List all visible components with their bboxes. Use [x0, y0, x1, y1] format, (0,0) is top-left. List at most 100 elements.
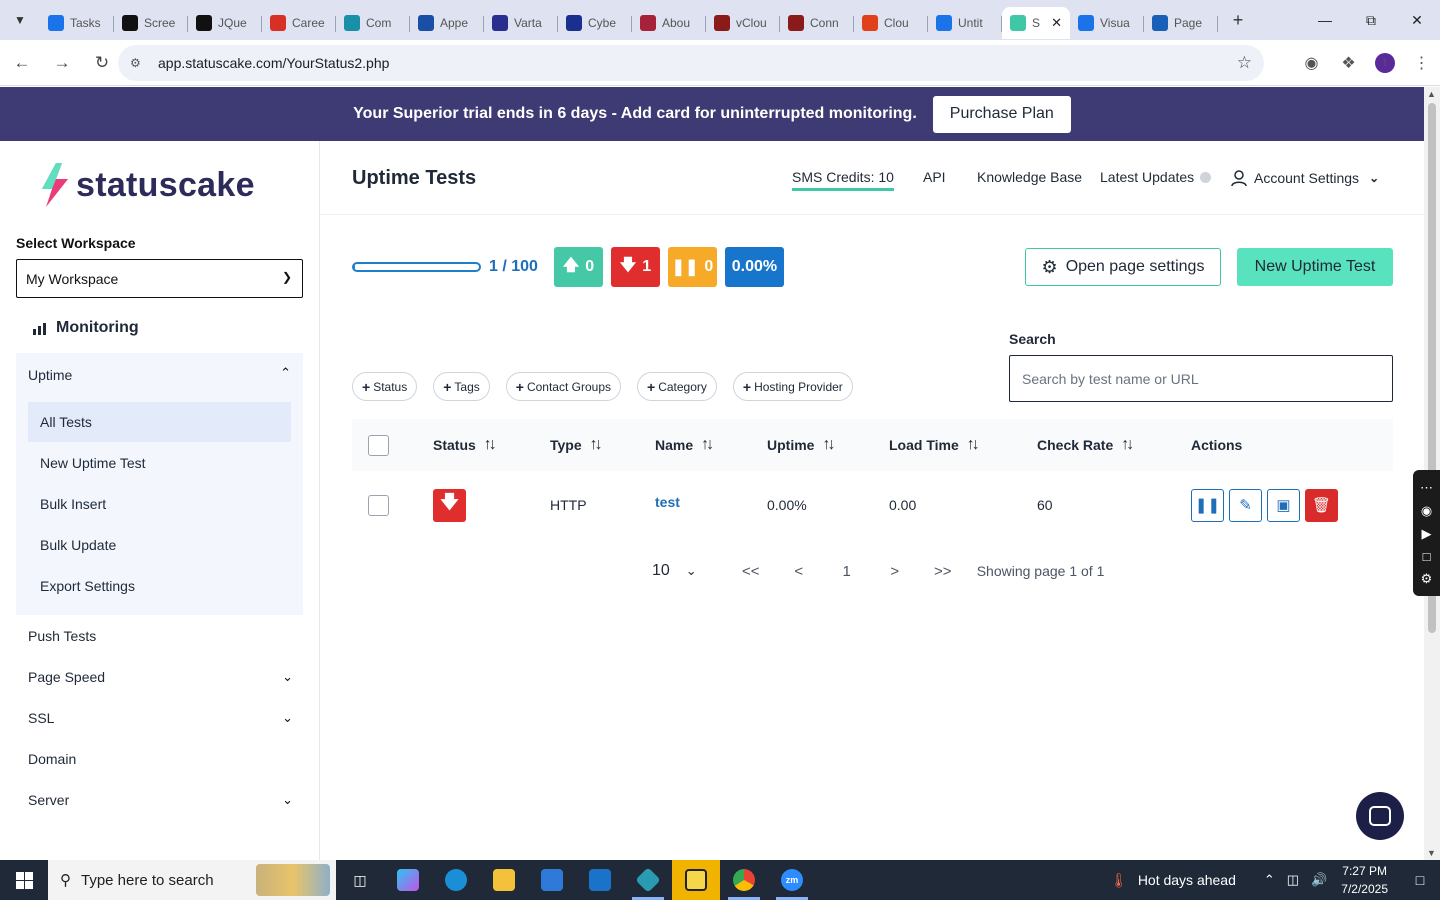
- chrome-icon[interactable]: [720, 860, 768, 900]
- close-tab-icon[interactable]: ✕: [1051, 15, 1062, 31]
- sidebar-item[interactable]: Push Tests: [28, 621, 303, 651]
- column-type[interactable]: Type ↑↓: [550, 419, 603, 471]
- delete-test-button[interactable]: 🗑: [1305, 488, 1338, 522]
- per-page-select[interactable]: 10 ⌄: [652, 562, 697, 580]
- site-info-icon[interactable]: ⚙: [130, 56, 150, 70]
- minimize-icon[interactable]: —: [1302, 0, 1348, 40]
- edit-test-button[interactable]: ✎: [1229, 488, 1262, 522]
- video-icon[interactable]: ▶: [1422, 526, 1432, 542]
- mail-icon[interactable]: [576, 860, 624, 900]
- account-settings-menu[interactable]: Account Settings ⌄: [1230, 169, 1379, 187]
- extensions-icon[interactable]: ❖: [1330, 53, 1367, 73]
- statuscake-logo[interactable]: statuscake: [38, 163, 255, 207]
- taskbar-search[interactable]: ⚲ Type here to search: [48, 860, 336, 900]
- column-load-time[interactable]: Load Time ↑↓: [889, 419, 980, 471]
- filter-chip[interactable]: + Hosting Provider: [732, 372, 853, 401]
- task-view-icon[interactable]: ◫: [336, 860, 384, 900]
- down-count-badge[interactable]: 🡇 1: [610, 247, 660, 287]
- filter-chip[interactable]: + Tags: [433, 372, 490, 401]
- open-page-settings-button[interactable]: ⚙ Open page settings: [1025, 248, 1221, 286]
- column-uptime[interactable]: Uptime ↑↓: [767, 419, 835, 471]
- store-icon[interactable]: [528, 860, 576, 900]
- profile-avatar[interactable]: t: [1375, 53, 1395, 73]
- purchase-plan-button[interactable]: Purchase Plan: [932, 95, 1071, 133]
- sidebar-item[interactable]: Domain: [28, 744, 303, 774]
- browser-menu-icon[interactable]: ⋮: [1403, 53, 1440, 73]
- browser-tab[interactable]: Caree: [262, 7, 336, 39]
- api-link[interactable]: API: [923, 169, 946, 185]
- prev-page-button[interactable]: <: [783, 563, 815, 580]
- paused-count-badge[interactable]: ❚❚ 0: [667, 247, 717, 287]
- workspace-select[interactable]: My Workspace ❯: [16, 259, 303, 298]
- url-omnibox[interactable]: ⚙ app.statuscake.com/YourStatus2.php ☆: [118, 45, 1264, 81]
- more-icon[interactable]: ⋯: [1420, 480, 1433, 496]
- sidebar-item[interactable]: Server ⌄: [28, 785, 303, 815]
- edge-icon[interactable]: [432, 860, 480, 900]
- filter-chip[interactable]: + Contact Groups: [505, 372, 621, 401]
- filter-chip[interactable]: + Category: [637, 372, 717, 401]
- row-name-link[interactable]: test: [655, 494, 680, 510]
- scroll-down-icon[interactable]: ▼: [1427, 848, 1436, 858]
- forward-button[interactable]: →: [44, 45, 80, 81]
- weather-widget[interactable]: 🌡 Hot days ahead: [1110, 872, 1236, 889]
- sidebar-item-uptime[interactable]: Uptime: [28, 367, 72, 383]
- browser-tab[interactable]: Varta: [484, 7, 558, 39]
- sidebar-subitem[interactable]: Bulk Update: [28, 525, 291, 565]
- last-page-button[interactable]: >>: [927, 563, 959, 580]
- browser-tab[interactable]: Untit: [928, 7, 1002, 39]
- browser-tab[interactable]: Visua: [1070, 7, 1144, 39]
- current-page[interactable]: 1: [831, 563, 863, 580]
- copilot-icon[interactable]: [384, 860, 432, 900]
- copy-icon[interactable]: □: [1423, 549, 1431, 564]
- browser-tab[interactable]: S ✕: [1002, 7, 1070, 39]
- browser-tab[interactable]: vClou: [706, 7, 780, 39]
- zoom-icon[interactable]: zm: [768, 860, 816, 900]
- sticky-notes-icon[interactable]: [672, 860, 720, 900]
- notification-icon[interactable]: □: [1400, 872, 1440, 888]
- select-all-checkbox[interactable]: [368, 434, 389, 456]
- browser-tab[interactable]: JQue: [188, 7, 262, 39]
- column-check-rate[interactable]: Check Rate ↑↓: [1037, 419, 1134, 471]
- sidebar-subitem[interactable]: Export Settings: [28, 566, 291, 606]
- pause-test-button[interactable]: ❚❚: [1191, 488, 1224, 522]
- tab-search-chevron-icon[interactable]: ▼: [0, 0, 40, 40]
- new-uptime-test-button[interactable]: New Uptime Test: [1237, 248, 1393, 286]
- knowledge-base-link[interactable]: Knowledge Base: [977, 169, 1082, 185]
- search-input[interactable]: [1009, 355, 1393, 402]
- browser-tab[interactable]: Page: [1144, 7, 1218, 39]
- restore-icon[interactable]: ⧉: [1348, 0, 1394, 40]
- browser-tab[interactable]: Scree: [114, 7, 188, 39]
- column-name[interactable]: Name ↑↓: [655, 419, 714, 471]
- sidebar-subitem[interactable]: New Uptime Test: [28, 443, 291, 483]
- back-button[interactable]: ←: [4, 45, 40, 81]
- filter-chip[interactable]: + Status: [352, 372, 418, 401]
- camera-icon[interactable]: ◉: [1421, 503, 1432, 519]
- clock[interactable]: 7:27 PM 7/2/2025: [1341, 862, 1388, 898]
- file-explorer-icon[interactable]: [480, 860, 528, 900]
- start-button[interactable]: [0, 860, 48, 900]
- sms-credits-link[interactable]: SMS Credits: 10: [792, 169, 894, 191]
- bookmark-star-icon[interactable]: ☆: [1237, 53, 1252, 73]
- browser-tab[interactable]: Abou: [632, 7, 706, 39]
- app-icon[interactable]: [624, 860, 672, 900]
- browser-tab[interactable]: Appe: [410, 7, 484, 39]
- sidebar-subitem[interactable]: All Tests: [28, 402, 291, 442]
- sidebar-subitem[interactable]: Bulk Insert: [28, 484, 291, 524]
- next-page-button[interactable]: >: [879, 563, 911, 580]
- column-status[interactable]: Status ↑↓: [433, 419, 497, 471]
- browser-tab[interactable]: Tasks: [40, 7, 114, 39]
- view-test-button[interactable]: ▣: [1267, 488, 1300, 522]
- browser-tab[interactable]: Cybe: [558, 7, 632, 39]
- volume-icon[interactable]: 🔊: [1311, 872, 1327, 888]
- latest-updates-link[interactable]: Latest Updates: [1100, 169, 1212, 185]
- gear-icon[interactable]: ⚙: [1421, 571, 1433, 587]
- browser-tab[interactable]: Com: [336, 7, 410, 39]
- row-checkbox[interactable]: [368, 494, 389, 516]
- sidebar-item[interactable]: SSL ⌄: [28, 703, 303, 733]
- browser-tab[interactable]: Clou: [854, 7, 928, 39]
- chat-launcher-button[interactable]: [1356, 792, 1404, 840]
- first-page-button[interactable]: <<: [735, 563, 767, 580]
- up-count-badge[interactable]: 🡅 0: [553, 247, 603, 287]
- browser-tab[interactable]: Conn: [780, 7, 854, 39]
- reload-button[interactable]: ↻: [84, 45, 120, 81]
